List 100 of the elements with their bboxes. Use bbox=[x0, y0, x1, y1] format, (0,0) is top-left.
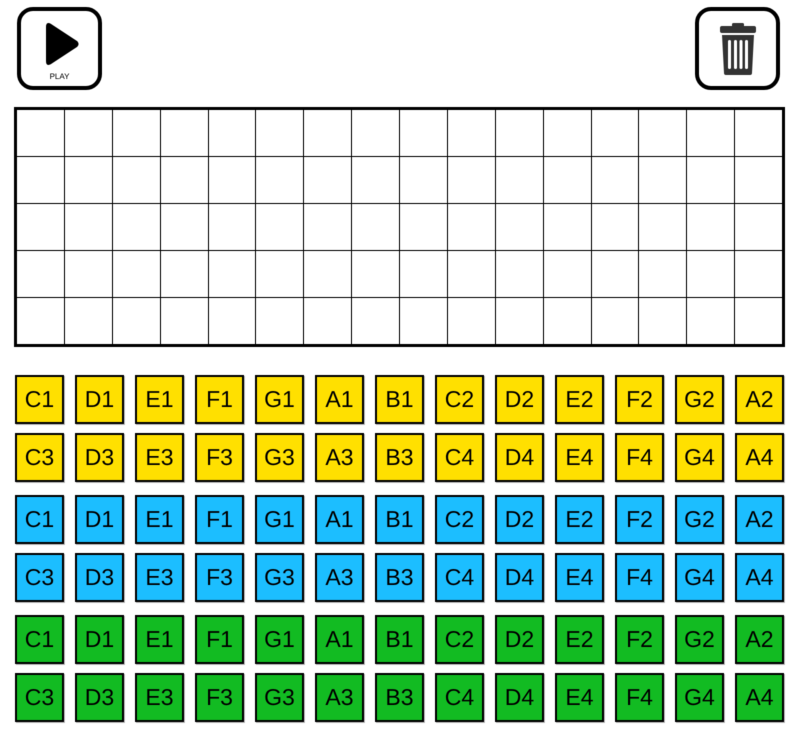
note-key[interactable]: G1 bbox=[255, 615, 304, 664]
note-key[interactable]: D3 bbox=[75, 433, 124, 482]
note-key[interactable]: F3 bbox=[195, 553, 244, 602]
play-button[interactable]: PLAY bbox=[17, 7, 102, 90]
note-key[interactable]: G3 bbox=[255, 433, 304, 482]
grid-cell[interactable] bbox=[592, 110, 640, 157]
grid-cell[interactable] bbox=[352, 298, 400, 345]
grid-cell[interactable] bbox=[112, 204, 161, 251]
note-key[interactable]: A2 bbox=[735, 615, 784, 664]
grid-cell[interactable] bbox=[400, 204, 448, 251]
note-key[interactable]: F4 bbox=[615, 433, 664, 482]
grid-cell[interactable] bbox=[687, 298, 736, 345]
note-key[interactable]: A1 bbox=[315, 375, 364, 424]
grid-cell[interactable] bbox=[592, 298, 640, 345]
grid-cell[interactable] bbox=[352, 251, 400, 298]
note-key[interactable]: C2 bbox=[435, 495, 484, 544]
grid-cell[interactable] bbox=[208, 110, 256, 157]
note-key[interactable]: D4 bbox=[495, 673, 544, 722]
note-key[interactable]: G4 bbox=[675, 673, 724, 722]
grid-cell[interactable] bbox=[256, 157, 304, 204]
grid-cell[interactable] bbox=[592, 251, 640, 298]
grid-cell[interactable] bbox=[17, 251, 65, 298]
note-key[interactable]: A4 bbox=[735, 553, 784, 602]
grid-cell[interactable] bbox=[735, 251, 783, 298]
note-key[interactable]: C1 bbox=[15, 375, 64, 424]
grid-cell[interactable] bbox=[544, 204, 592, 251]
note-key[interactable]: E2 bbox=[555, 375, 604, 424]
grid-cell[interactable] bbox=[544, 110, 592, 157]
grid-cell[interactable] bbox=[735, 157, 783, 204]
grid-cell[interactable] bbox=[496, 298, 544, 345]
grid-cell[interactable] bbox=[735, 110, 783, 157]
grid-cell[interactable] bbox=[400, 110, 448, 157]
trash-button[interactable] bbox=[695, 7, 780, 90]
grid-cell[interactable] bbox=[304, 110, 352, 157]
note-key[interactable]: A3 bbox=[315, 433, 364, 482]
grid-cell[interactable] bbox=[687, 251, 736, 298]
grid-cell[interactable] bbox=[256, 110, 304, 157]
grid-cell[interactable] bbox=[208, 157, 256, 204]
note-key[interactable]: G3 bbox=[255, 673, 304, 722]
grid-cell[interactable] bbox=[208, 298, 256, 345]
note-key[interactable]: F2 bbox=[615, 495, 664, 544]
grid-cell[interactable] bbox=[544, 157, 592, 204]
note-key[interactable]: F1 bbox=[195, 615, 244, 664]
note-key[interactable]: G1 bbox=[255, 375, 304, 424]
grid-cell[interactable] bbox=[400, 157, 448, 204]
note-key[interactable]: A2 bbox=[735, 495, 784, 544]
grid-cell[interactable] bbox=[112, 110, 161, 157]
grid-cell[interactable] bbox=[160, 251, 208, 298]
grid-cell[interactable] bbox=[256, 204, 304, 251]
note-key[interactable]: A3 bbox=[315, 553, 364, 602]
note-key[interactable]: G4 bbox=[675, 433, 724, 482]
grid-cell[interactable] bbox=[112, 157, 161, 204]
grid-cell[interactable] bbox=[496, 204, 544, 251]
grid-cell[interactable] bbox=[17, 298, 65, 345]
note-key[interactable]: C4 bbox=[435, 673, 484, 722]
note-key[interactable]: E2 bbox=[555, 615, 604, 664]
note-key[interactable]: G3 bbox=[255, 553, 304, 602]
grid-cell[interactable] bbox=[160, 204, 208, 251]
note-key[interactable]: B3 bbox=[375, 433, 424, 482]
grid-cell[interactable] bbox=[448, 204, 496, 251]
note-key[interactable]: D1 bbox=[75, 615, 124, 664]
note-key[interactable]: C4 bbox=[435, 433, 484, 482]
note-key[interactable]: A1 bbox=[315, 495, 364, 544]
note-key[interactable]: G2 bbox=[675, 375, 724, 424]
note-key[interactable]: E4 bbox=[555, 553, 604, 602]
grid-cell[interactable] bbox=[687, 157, 736, 204]
note-key[interactable]: C3 bbox=[15, 553, 64, 602]
grid-cell[interactable] bbox=[639, 110, 688, 157]
note-key[interactable]: A3 bbox=[315, 673, 364, 722]
grid-cell[interactable] bbox=[735, 204, 783, 251]
note-key[interactable]: D2 bbox=[495, 375, 544, 424]
note-key[interactable]: A1 bbox=[315, 615, 364, 664]
grid-cell[interactable] bbox=[17, 204, 65, 251]
grid-cell[interactable] bbox=[64, 298, 113, 345]
note-key[interactable]: C3 bbox=[15, 433, 64, 482]
note-key[interactable]: F2 bbox=[615, 375, 664, 424]
grid-cell[interactable] bbox=[112, 298, 161, 345]
grid-cell[interactable] bbox=[17, 110, 65, 157]
grid-cell[interactable] bbox=[256, 251, 304, 298]
note-key[interactable]: D2 bbox=[495, 495, 544, 544]
grid-cell[interactable] bbox=[208, 251, 256, 298]
note-key[interactable]: E1 bbox=[135, 495, 184, 544]
note-key[interactable]: A2 bbox=[735, 375, 784, 424]
note-key[interactable]: G1 bbox=[255, 495, 304, 544]
grid-cell[interactable] bbox=[639, 251, 688, 298]
grid-cell[interactable] bbox=[112, 251, 161, 298]
note-key[interactable]: D3 bbox=[75, 673, 124, 722]
grid-cell[interactable] bbox=[592, 204, 640, 251]
note-key[interactable]: E3 bbox=[135, 673, 184, 722]
note-key[interactable]: F4 bbox=[615, 553, 664, 602]
grid-cell[interactable] bbox=[544, 251, 592, 298]
note-key[interactable]: C1 bbox=[15, 495, 64, 544]
grid-cell[interactable] bbox=[352, 110, 400, 157]
grid-cell[interactable] bbox=[17, 157, 65, 204]
grid-cell[interactable] bbox=[400, 251, 448, 298]
note-key[interactable]: D3 bbox=[75, 553, 124, 602]
grid-cell[interactable] bbox=[64, 204, 113, 251]
note-key[interactable]: F1 bbox=[195, 495, 244, 544]
note-key[interactable]: B3 bbox=[375, 673, 424, 722]
grid-cell[interactable] bbox=[735, 298, 783, 345]
